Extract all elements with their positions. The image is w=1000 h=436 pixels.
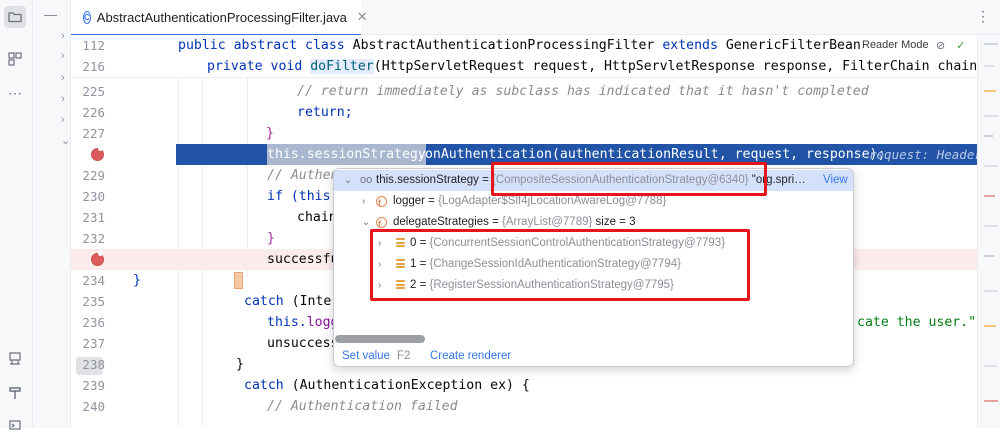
code-text: } [133,273,141,288]
inspection-widget[interactable]: ⊘ ✓ [936,39,966,52]
breakpoint-icon[interactable] [91,146,104,161]
chevron-down-icon[interactable]: ⌄ [344,170,352,191]
terminal-icon[interactable] [4,414,26,436]
build-hammer-icon[interactable] [4,382,26,404]
reader-mode-button[interactable]: Reader Mode [862,39,929,51]
view-link[interactable]: View [823,170,848,191]
code-line[interactable]: 240 // Authentication failed [71,396,977,417]
code-text: cate the user.", f [857,315,977,330]
line-number: 240 [82,399,105,414]
code-line[interactable]: 226 return; [71,102,977,123]
more-tools-icon[interactable]: ⋯ [4,82,26,104]
horizontal-scrollbar[interactable] [335,335,425,343]
tree-chevron-icon[interactable]: › [61,50,65,62]
structure-icon[interactable] [4,48,26,70]
code-text: return; [297,105,353,120]
code-text: // Authen [267,168,339,183]
close-tab-icon[interactable]: ✕ [357,9,368,25]
tree-chevron-icon[interactable]: › [61,30,65,42]
brace-match [234,272,243,289]
code-line[interactable]: 225 // return immediately as subclass ha… [71,81,977,102]
inline-value-hint: request: Header [869,147,977,162]
field-icon [376,214,387,235]
line-number: 238 [82,357,105,372]
error-stripe[interactable] [977,35,1000,428]
hide-icon[interactable]: ⊘ [936,40,945,52]
line-number: 216 [82,59,105,74]
line-number: 230 [82,189,105,204]
watch-glasses-icon: oo [360,174,373,186]
code-text: catch (Inter [244,294,340,309]
set-value-link[interactable]: Set value [342,347,390,366]
sticky-line[interactable]: 112 public abstract class AbstractAuthen… [71,35,977,56]
line-number: 234 [82,273,105,288]
tab-abstract-authentication-processing-filter[interactable]: C AbstractAuthenticationProcessingFilter… [71,0,368,36]
create-renderer-link[interactable]: Create renderer [430,347,511,366]
java-class-icon: C [83,10,91,24]
editor-tab-bar: C AbstractAuthenticationProcessingFilter… [71,0,1000,36]
minimize-icon[interactable] [44,15,57,16]
line-number: 225 [82,84,105,99]
tool-window-strip: ⋯ [0,0,33,430]
line-number: 236 [82,315,105,330]
set-value-shortcut: F2 [397,350,411,362]
line-number: 227 [82,126,105,141]
code-text: this.sessionStrategy [267,144,426,165]
code-text: // return immediately as subclass has in… [297,84,869,99]
code-text: // Authentication failed [267,399,458,414]
tree-chevron-icon[interactable]: › [61,93,65,105]
code-text: public abstract class AbstractAuthentica… [178,38,861,53]
code-text: } [267,231,275,246]
code-text: chain [297,210,337,225]
code-text: if (this. [267,189,339,204]
popup-footer: Set value F2 Create renderer [334,347,853,366]
check-icon[interactable]: ✓ [956,40,965,52]
tab-title: AbstractAuthenticationProcessingFilter.j… [96,9,347,25]
code-text: catch (AuthenticationException ex) { [244,378,530,393]
line-number: 239 [82,378,105,393]
line-number: 231 [82,210,105,225]
chevron-right-icon[interactable]: › [362,191,365,212]
line-number: 112 [82,38,105,53]
code-line[interactable]: 227 } [71,123,977,144]
annotation-box-root-value [491,162,767,196]
services-icon[interactable] [4,348,26,370]
code-text: successfu [267,252,339,267]
project-tree-gutter: › › › › › ⌄ [33,0,103,428]
annotation-box-list-items [370,229,750,301]
code-text: } [236,357,244,372]
line-number: 226 [82,105,105,120]
tab-menu-icon[interactable]: ⋮ [976,8,990,25]
line-number: 229 [82,168,105,183]
code-text: } [266,126,274,141]
field-icon [376,193,387,214]
breakpoint-icon[interactable] [91,251,104,266]
tree-chevron-icon[interactable]: › [61,114,65,126]
code-text: private void doFilter(HttpServletRequest… [207,59,977,74]
sticky-line[interactable]: 216 private void doFilter(HttpServletReq… [71,56,977,78]
code-text: unsuccess [267,336,339,351]
code-line[interactable]: 239 catch (AuthenticationException ex) { [71,375,977,396]
root-name: this.sessionStrategy [376,174,479,186]
project-folder-icon[interactable] [4,6,26,28]
line-number: 235 [82,294,105,309]
line-number: 232 [82,231,105,246]
tree-chevron-icon[interactable]: › [61,72,65,84]
tree-chevron-down-icon[interactable]: ⌄ [61,134,70,147]
line-number: 237 [82,336,105,351]
code-text: this.logg [267,315,339,330]
